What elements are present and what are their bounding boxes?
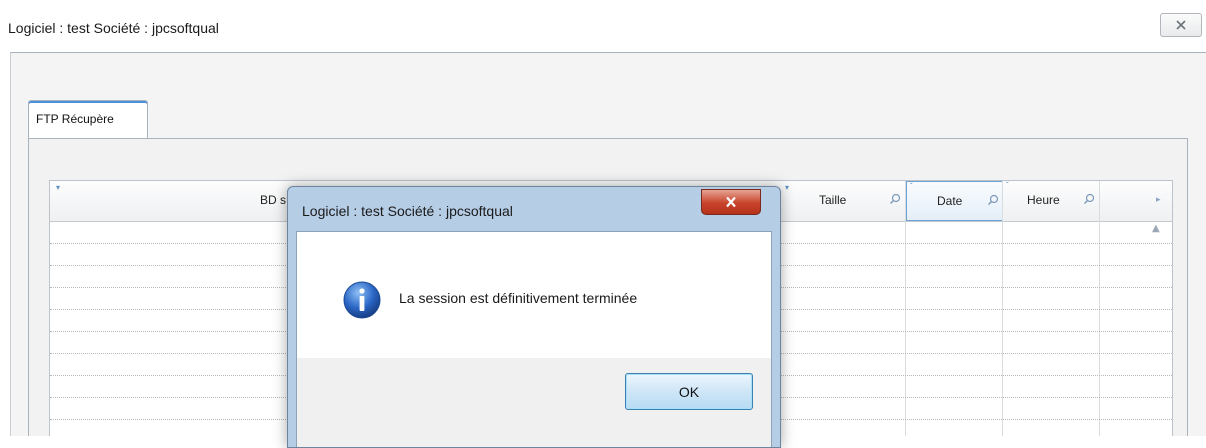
column-header-date[interactable]: ˇ Date — [906, 181, 1003, 221]
column-header-bd[interactable]: BD s — [50, 181, 290, 221]
window-left-edge — [0, 52, 10, 435]
sort-arrow-icon: ˇ — [910, 182, 913, 191]
dialog-footer: OK — [296, 358, 772, 447]
scroll-up-icon[interactable]: ▲ — [1152, 223, 1160, 234]
column-header-taille[interactable]: Taille — [785, 181, 906, 221]
tab-label: FTP Récupère — [36, 112, 114, 126]
dialog-title: Logiciel : test Société : jpcsoftqual — [302, 203, 513, 219]
dialog-message: La session est définitivement terminée — [399, 290, 638, 306]
scroll-right-icon[interactable]: ▸ — [1156, 195, 1161, 205]
info-icon — [343, 281, 381, 319]
window-close-button[interactable] — [1160, 13, 1202, 37]
search-icon[interactable] — [987, 194, 999, 206]
ok-button[interactable]: OK — [625, 373, 753, 410]
dialog-close-button[interactable] — [701, 189, 761, 215]
search-icon[interactable] — [1083, 193, 1095, 205]
sort-arrow-icon: ˇ — [1006, 181, 1009, 190]
tab-ftp-recupere[interactable]: FTP Récupère — [28, 100, 148, 139]
search-icon[interactable] — [889, 193, 901, 205]
window-titlebar: Logiciel : test Société : jpcsoftqual — [0, 0, 1206, 52]
message-dialog: Logiciel : test Société : jpcsoftqual La… — [287, 186, 781, 448]
close-x-icon — [726, 196, 736, 208]
window-title: Logiciel : test Société : jpcsoftqual — [8, 20, 219, 36]
column-header-heure[interactable]: ˇ Heure — [1003, 181, 1100, 221]
dialog-body: La session est définitivement terminée — [296, 231, 772, 359]
close-x-icon — [1176, 20, 1186, 30]
